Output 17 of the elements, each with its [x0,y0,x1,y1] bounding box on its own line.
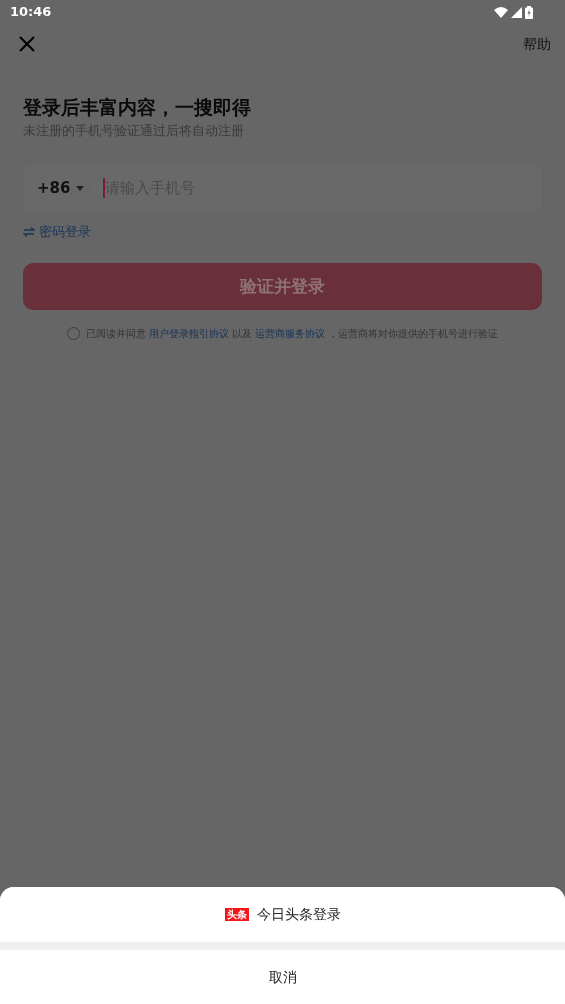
status-time: 10:46 [10,3,52,22]
cancel-button[interactable]: 取消 [0,950,565,1004]
signal-icon [511,6,522,18]
caret-icon [76,185,85,191]
login-option[interactable]: 头条 今日头条登录 [0,887,565,942]
password-login-link[interactable]: 密码登录 [23,221,91,242]
wifi-icon [494,6,508,18]
agreement-link[interactable]: 用户登录指引协议 [149,328,229,340]
swap-arrows-icon [23,226,35,237]
country-code[interactable]: +86 [37,177,71,200]
agreement-link[interactable]: 运营商服务协议 [255,328,325,340]
text-cursor [103,178,106,199]
close-button[interactable] [18,35,36,53]
battery-icon [525,5,533,19]
app-logo: 头条 [224,908,249,921]
help-button[interactable]: 帮助 [523,33,551,55]
heading: 登录后丰富内容，一搜即得 [23,95,252,120]
